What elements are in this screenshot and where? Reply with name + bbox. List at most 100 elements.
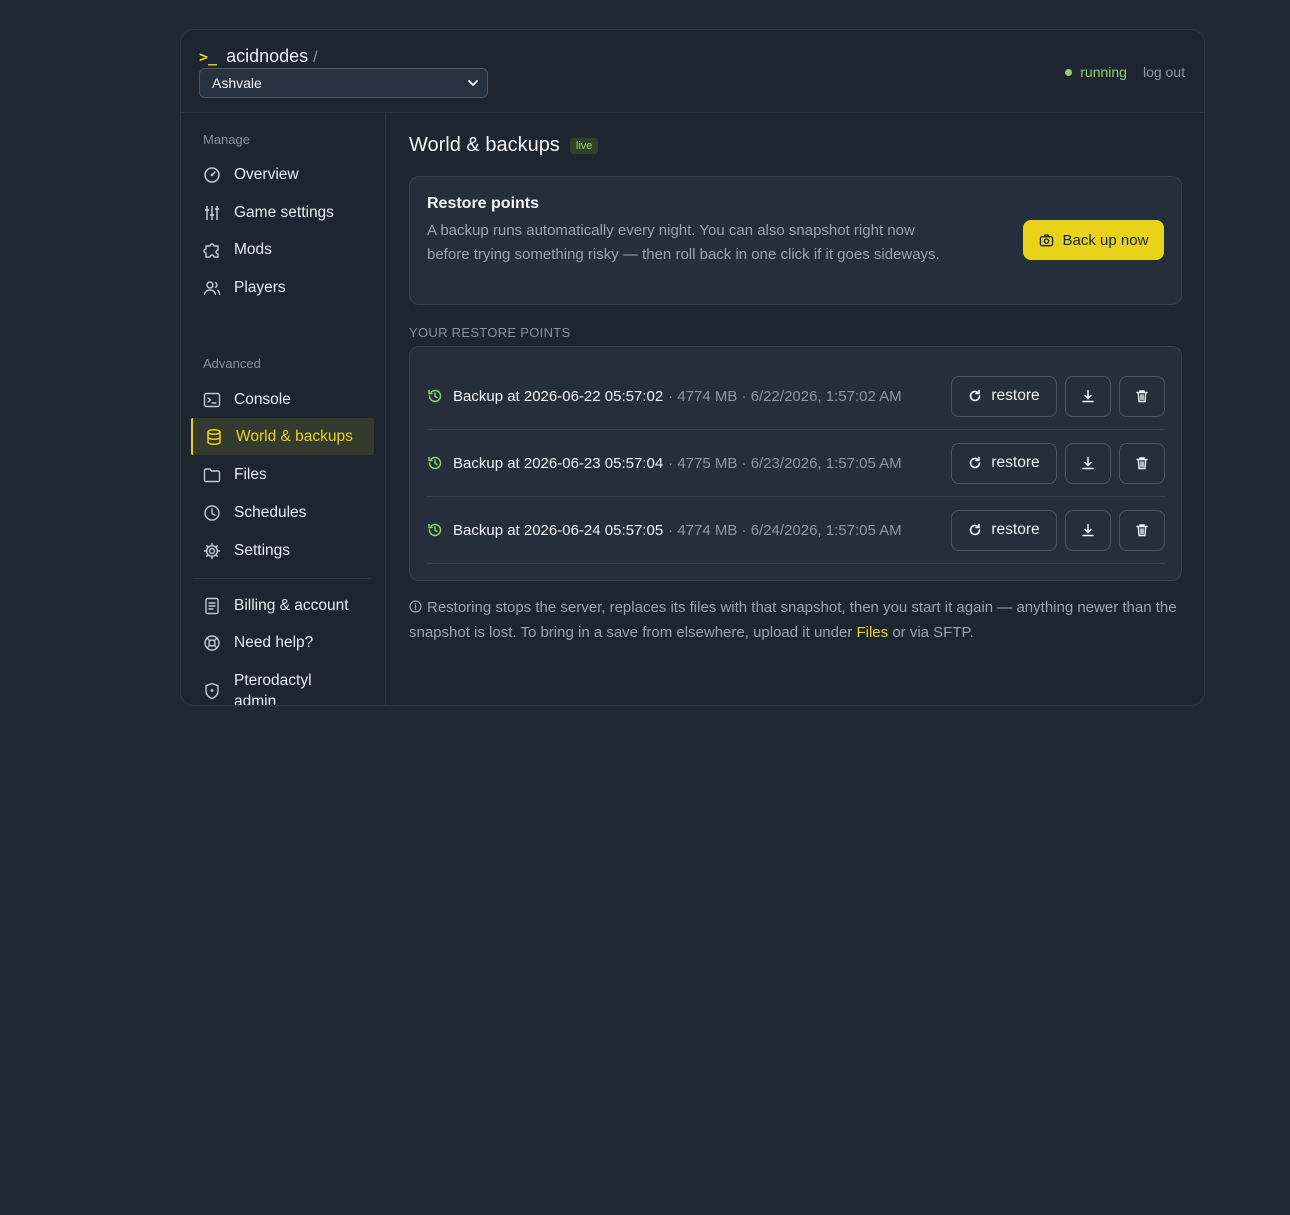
sidebar-item-console[interactable]: Console	[191, 381, 374, 418]
restore-button[interactable]: restore	[951, 442, 1057, 484]
sidebar-item-label: Files	[234, 465, 267, 483]
folder-icon	[203, 467, 221, 482]
refresh-icon	[970, 456, 981, 469]
receipt-icon	[205, 597, 219, 614]
page-header: World & backups live	[409, 134, 599, 157]
sidebar-item-help[interactable]: Need help?	[191, 624, 374, 661]
brand: >_ acidnodes /	[199, 46, 318, 67]
app-panel: >_ acidnodes / Ashvale running log out M…	[180, 29, 1205, 706]
sidebar-item-label: World & backups	[236, 427, 353, 445]
download-icon	[1082, 523, 1094, 537]
delete-button[interactable]	[1119, 442, 1165, 484]
sidebar-item-label: Schedules	[234, 503, 307, 521]
restore-points-card: Restore points A backup runs automatical…	[409, 176, 1182, 305]
sidebar-item-world-backups[interactable]: World & backups	[191, 418, 374, 455]
row-actions: restore	[951, 509, 1165, 551]
section-label-manage: Manage	[203, 132, 250, 147]
status-area: running log out	[1065, 64, 1185, 80]
sidebar-item-files[interactable]: Files	[191, 456, 374, 493]
live-badge: live	[569, 137, 599, 154]
sidebar-item-settings[interactable]: Settings	[191, 532, 374, 569]
page-title: World & backups	[409, 134, 560, 156]
card-description: A backup runs automatically every night.…	[427, 222, 940, 263]
server-select-value: Ashvale	[212, 75, 262, 91]
server-select[interactable]: Ashvale	[199, 68, 488, 98]
server-status: running	[1065, 64, 1127, 80]
sidebar-item-label: Players	[234, 278, 286, 296]
card-title: Restore points	[427, 195, 540, 212]
row-actions: restore	[951, 375, 1165, 417]
sidebar-item-billing[interactable]: Billing & account	[191, 587, 374, 624]
database-icon	[207, 428, 221, 445]
sidebar-item-schedules[interactable]: Schedules	[191, 494, 374, 531]
sidebar-item-label: Console	[234, 390, 291, 408]
sidebar-item-label: Need help?	[234, 633, 314, 651]
restore-note: Restoring stops the server, replaces its…	[409, 596, 1199, 645]
sidebar-divider	[193, 578, 371, 579]
refresh-icon	[970, 523, 981, 536]
sidebar: Manage Overview Game settings Mods Playe…	[181, 113, 386, 705]
trash-icon	[1136, 524, 1148, 537]
sidebar-item-mods[interactable]: Mods	[191, 231, 374, 268]
sidebar-item-label: Billing & account	[234, 596, 349, 614]
shield-icon	[205, 682, 219, 700]
restore-points-heading: YOUR RESTORE POINTS	[409, 325, 571, 340]
section-label-advanced: Advanced	[203, 356, 261, 371]
download-button[interactable]	[1065, 442, 1111, 484]
sidebar-item-label: Pterodactyl admin	[234, 672, 312, 706]
backup-name: Backup at 2026-06-24 05:57:05	[453, 521, 664, 539]
terminal-icon	[203, 392, 221, 407]
sidebar-item-overview[interactable]: Overview	[191, 156, 374, 193]
sidebar-item-label: Settings	[234, 541, 291, 559]
logout-link[interactable]: log out	[1143, 64, 1185, 80]
sliders-icon	[205, 205, 219, 220]
top-bar: >_ acidnodes / Ashvale running log out	[181, 30, 1204, 113]
restore-label: restore	[991, 454, 1040, 471]
restore-button[interactable]: restore	[951, 375, 1057, 417]
restore-points-list: Backup at 2026-06-22 05:57:02 · 4774 MB …	[409, 346, 1182, 581]
sidebar-item-game-settings[interactable]: Game settings	[191, 194, 374, 231]
back-up-now-button[interactable]: Back up now	[1023, 220, 1164, 260]
files-link[interactable]: Files	[856, 624, 888, 641]
sidebar-item-label: Game settings	[234, 203, 334, 221]
sidebar-item-label: Overview	[234, 165, 299, 183]
row-actions: restore	[951, 442, 1165, 484]
status-text: running	[1080, 64, 1127, 80]
history-icon	[428, 523, 442, 537]
list-item: Backup at 2026-06-23 05:57:04 · 4775 MB …	[427, 430, 1165, 497]
backup-name: Backup at 2026-06-23 05:57:04	[453, 454, 664, 472]
gear-icon	[203, 542, 221, 559]
main-content: World & backups live Restore points A ba…	[386, 113, 1204, 705]
chevron-down-icon	[468, 80, 478, 86]
download-button[interactable]	[1065, 509, 1111, 551]
delete-button[interactable]	[1119, 509, 1165, 551]
note-text: Restoring stops the server, replaces its…	[409, 599, 1177, 641]
list-item: Backup at 2026-06-22 05:57:02 · 4774 MB …	[427, 363, 1165, 430]
backup-meta: · 4775 MB · 6/23/2026, 1:57:05 AM	[668, 454, 902, 472]
refresh-icon	[970, 389, 981, 402]
restore-button[interactable]: restore	[951, 509, 1057, 551]
backup-meta: · 4774 MB · 6/24/2026, 1:57:05 AM	[668, 521, 902, 539]
sidebar-item-pterodactyl-admin[interactable]: Pterodactyl admin	[191, 668, 374, 706]
users-icon	[203, 280, 221, 295]
download-icon	[1082, 456, 1094, 470]
restore-label: restore	[991, 521, 1040, 538]
download-button[interactable]	[1065, 375, 1111, 417]
gauge-icon	[204, 166, 220, 183]
delete-button[interactable]	[1119, 375, 1165, 417]
terminal-prompt-icon: >_	[199, 48, 218, 66]
history-icon	[428, 456, 442, 470]
status-dot-icon	[1065, 68, 1073, 76]
history-icon	[428, 389, 442, 403]
breadcrumb-separator: /	[313, 49, 318, 66]
backup-name: Backup at 2026-06-22 05:57:02	[453, 387, 664, 405]
list-item: Backup at 2026-06-24 05:57:05 · 4774 MB …	[427, 497, 1165, 564]
note-text-end: or via SFTP.	[888, 623, 974, 641]
info-icon	[409, 600, 422, 613]
back-up-now-label: Back up now	[1062, 231, 1149, 249]
backup-meta: · 4774 MB · 6/22/2026, 1:57:02 AM	[668, 387, 902, 405]
sidebar-item-players[interactable]: Players	[191, 269, 374, 306]
puzzle-icon	[203, 242, 219, 258]
trash-icon	[1136, 390, 1148, 403]
restore-label: restore	[991, 387, 1040, 404]
